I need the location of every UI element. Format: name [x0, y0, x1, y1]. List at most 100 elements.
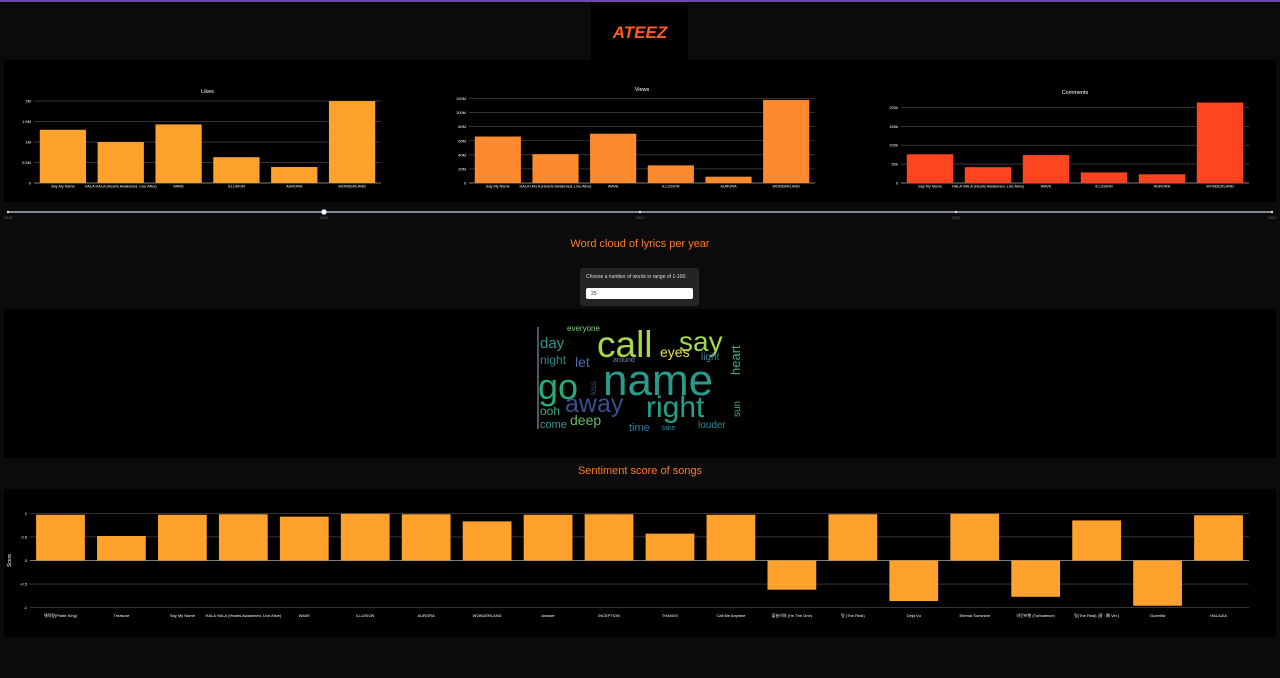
- chart-3-bar[interactable]: [767, 560, 817, 590]
- chart-3-xtick-label: 해적왕(Pirate King): [44, 612, 78, 618]
- year-slider-svg[interactable]: 2018 2019 2020 2021 2022: [0, 204, 1280, 226]
- chart-3-bar[interactable]: [218, 514, 268, 561]
- chart-3-bar[interactable]: [401, 514, 451, 561]
- wordcloud-title: Word cloud of lyrics per year: [570, 238, 710, 250]
- sentiment-chart-svg: Score -1 -0.5 0 0.5 1 해적왕(Pirate King) Treasure…: [7, 511, 1249, 618]
- ateez-logo-icon: ATEEZ: [611, 23, 667, 42]
- chart-3-ytick-label: -0.5: [20, 582, 28, 587]
- chart-3-bar[interactable]: [889, 560, 939, 602]
- wordcloud-panel: everyone call say day eyes night let aro…: [4, 309, 1276, 458]
- wordcloud-svg: everyone call say day eyes night let aro…: [537, 324, 743, 434]
- chart-3-ytick-label: -1: [23, 605, 27, 610]
- chart-3-bar[interactable]: [1011, 560, 1061, 597]
- chart-3-bar[interactable]: [950, 513, 1000, 561]
- chart-3-bar[interactable]: [584, 514, 634, 561]
- chart-1-bar[interactable]: [647, 165, 694, 183]
- slider-dot[interactable]: [1270, 210, 1274, 214]
- chart-0-xtick-label: AURORA: [286, 185, 303, 189]
- chart-3-bar[interactable]: [462, 521, 512, 561]
- word-sun: sun: [732, 401, 743, 417]
- chart-1-xtick-label: AURORA: [720, 185, 737, 189]
- chart-2-bar[interactable]: [1022, 155, 1070, 183]
- chart-3-xtick-label: AURORA: [418, 613, 435, 618]
- chart-1-xtick-label: ILLUSION: [662, 185, 680, 189]
- slider-dot[interactable]: [638, 210, 642, 214]
- chart-3-bar[interactable]: [828, 514, 878, 561]
- chart-1-ytick-label: 0: [464, 181, 467, 186]
- sentiment-panel: Score -1 -0.5 0 0.5 1 해적왕(Pirate King) Treasure…: [4, 489, 1276, 637]
- year-slider[interactable]: 2018 2019 2020 2021 2022: [0, 204, 1280, 226]
- chart-3-bar[interactable]: [36, 514, 85, 561]
- chart-2-title: Comments: [1062, 90, 1089, 96]
- chart-2-xtick-label: AURORA: [1154, 185, 1171, 189]
- chart-0-ytick-label: 2M: [25, 99, 31, 104]
- chart-3-bar[interactable]: [279, 516, 329, 561]
- chart-3-bar[interactable]: [1072, 520, 1122, 561]
- chart-2-bar[interactable]: [1080, 172, 1128, 183]
- chart-0-bar[interactable]: [155, 124, 202, 183]
- word-everyone: everyone: [567, 325, 600, 333]
- metrics-panel: Likes 0 0.5M 1M 1.5M 2M Say My Name HALA HALA (…: [4, 60, 1276, 202]
- chart-2-bar[interactable]: [1196, 102, 1244, 183]
- chart-1-ytick-label: 80M: [458, 124, 466, 129]
- slider-year-label: 2021: [952, 215, 962, 220]
- chart-3-bar[interactable]: [1133, 560, 1182, 606]
- svg-text:ATEEZ: ATEEZ: [611, 23, 667, 42]
- word-louder: louder: [698, 420, 726, 431]
- chart-3-bar[interactable]: [97, 535, 146, 561]
- chart-1-ytick-label: 60M: [458, 138, 466, 143]
- word-come: come: [540, 419, 567, 431]
- chart-1-ytick-label: 40M: [458, 152, 466, 157]
- word-night: night: [540, 353, 567, 367]
- chart-0-xtick-label: WAVE: [173, 185, 184, 189]
- chart-3-xtick-label: Say My Name: [170, 613, 196, 618]
- chart-0-xtick-label: WONDERLAND: [338, 185, 366, 189]
- chart-1-bar[interactable]: [590, 133, 637, 183]
- chart-0-bar[interactable]: [213, 157, 260, 183]
- chart-3-xtick-label: 멋 (The Real): [841, 612, 865, 618]
- slider-year-label: 2018: [4, 215, 14, 220]
- chart-3-xtick-label: WAVE: [299, 613, 311, 618]
- chart-1-bar[interactable]: [474, 136, 521, 183]
- chart-3-xtick-label: WONDERLAND: [473, 613, 502, 618]
- sentiment-title: Sentiment score of songs: [577, 465, 703, 477]
- slider-dot[interactable]: [6, 210, 10, 214]
- chart-1-bar[interactable]: [763, 99, 810, 183]
- word-count-input[interactable]: [586, 288, 693, 299]
- chart-1-bar[interactable]: [705, 176, 752, 183]
- chart-2-bar[interactable]: [964, 167, 1012, 183]
- word-deep: deep: [570, 412, 601, 428]
- slider-handle[interactable]: [321, 209, 327, 215]
- chart-3-bar[interactable]: [523, 514, 573, 561]
- word-heart: heart: [728, 345, 743, 375]
- chart-3-bar[interactable]: [706, 514, 756, 561]
- chart-0-xtick-label: HALA HALA (Hearts Awakened, Live Alive): [85, 185, 158, 189]
- slider-dot[interactable]: [954, 210, 958, 214]
- chart-2-ytick-label: 150k: [889, 124, 898, 129]
- chart-1-ytick-label: 100M: [456, 110, 466, 115]
- views-chart: Views 0 20M 40M 60M 80M 100M 120M Say My Name HAL…: [435, 60, 845, 202]
- chart-2-ytick-label: 200k: [889, 105, 898, 110]
- chart-1-bar[interactable]: [532, 154, 579, 183]
- chart-0-ytick-label: 1.5M: [22, 119, 31, 124]
- chart-0-bar[interactable]: [39, 129, 87, 183]
- chart-2-bar[interactable]: [906, 154, 954, 183]
- chart-2-bar[interactable]: [1138, 174, 1186, 183]
- chart-2-xtick-label: Say My Name: [918, 185, 942, 189]
- likes-chart: Likes 0 0.5M 1M 1.5M 2M Say My Name HALA HALA (…: [14, 60, 424, 202]
- chart-0-xtick-label: ILLUSION: [228, 185, 246, 189]
- chart-2-ytick-label: 0: [896, 181, 899, 186]
- wordcloud-image: everyone call say day eyes night let aro…: [535, 324, 747, 434]
- chart-3-bar[interactable]: [1194, 515, 1243, 561]
- chart-3-bar[interactable]: [157, 514, 207, 561]
- chart-0-bar[interactable]: [97, 142, 144, 183]
- comments-chart-svg: Comments 0 50k 100k 150k 200k Say My Name HALA …: [889, 90, 1249, 189]
- chart-0-bar[interactable]: [328, 101, 376, 183]
- chart-0-bar[interactable]: [271, 167, 318, 183]
- chart-3-bar[interactable]: [645, 533, 695, 561]
- word-time: time: [629, 422, 650, 433]
- word-count-control: Choose a number of words in range of 1-1…: [580, 268, 699, 306]
- chart-1-xtick-label: WONDERLAND: [772, 185, 800, 189]
- chart-3-bar[interactable]: [340, 513, 390, 561]
- comments-chart: Comments 0 50k 100k 150k 200k Say My Name HALA …: [855, 60, 1265, 202]
